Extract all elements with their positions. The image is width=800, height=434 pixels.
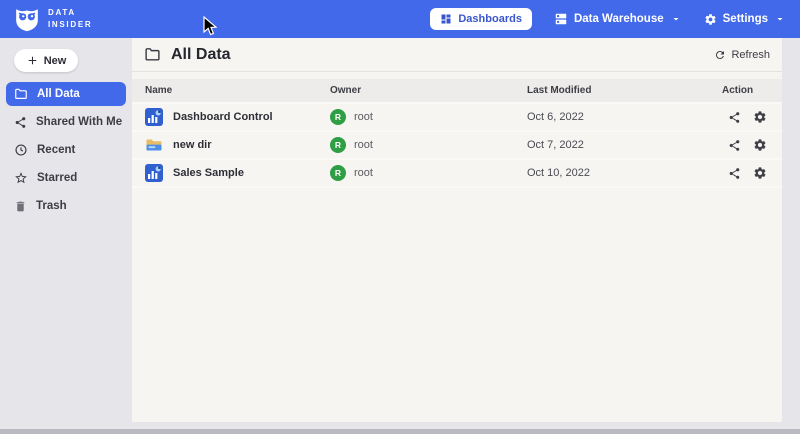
gear-icon[interactable]	[753, 166, 767, 180]
sidebar-item-label: Recent	[37, 144, 75, 156]
refresh-label: Refresh	[731, 49, 770, 61]
column-header-owner: Owner	[330, 85, 527, 96]
sidebar-item-trash[interactable]: Trash	[6, 194, 126, 218]
files-table: Name Owner Last Modified Action D	[132, 79, 782, 188]
sidebar: New All Data Shared With Me Recent Starr…	[0, 38, 132, 434]
chevron-down-icon	[774, 13, 786, 25]
chevron-down-icon	[670, 13, 682, 25]
share-icon[interactable]	[728, 167, 741, 180]
data-warehouse-menu[interactable]: Data Warehouse	[554, 12, 682, 26]
star-icon	[14, 171, 28, 185]
page-title-bar: All Data Refresh	[132, 38, 782, 72]
top-navigation-bar: DATA INSIDER Dashboards Data Warehouse S…	[0, 0, 800, 38]
owner-avatar: R	[330, 165, 346, 181]
dashboard-file-icon	[145, 164, 163, 182]
gear-icon[interactable]	[753, 110, 767, 124]
owner-avatar: R	[330, 137, 346, 153]
share-icon	[14, 116, 27, 129]
main-content-panel: All Data Refresh Name Owner Last Modifie…	[132, 38, 782, 422]
refresh-button[interactable]: Refresh	[714, 49, 770, 61]
clock-icon	[14, 143, 28, 157]
share-icon[interactable]	[728, 111, 741, 124]
folder-icon	[144, 46, 161, 63]
column-header-name: Name	[132, 85, 330, 96]
plus-icon	[26, 54, 39, 67]
share-icon[interactable]	[728, 139, 741, 152]
brand-name: DATA INSIDER	[48, 7, 92, 30]
table-row[interactable]: Dashboard Control R root Oct 6, 2022	[132, 104, 782, 132]
owner-name: root	[354, 111, 373, 123]
sidebar-item-all-data[interactable]: All Data	[6, 82, 126, 106]
folder-file-icon	[145, 136, 163, 154]
new-button-label: New	[44, 55, 67, 67]
table-row[interactable]: Sales Sample R root Oct 10, 2022	[132, 160, 782, 188]
data-warehouse-label: Data Warehouse	[574, 13, 664, 25]
page-title: All Data	[171, 46, 231, 64]
sidebar-item-label: Starred	[37, 172, 77, 184]
folder-icon	[14, 87, 28, 101]
sidebar-item-label: Trash	[36, 200, 67, 212]
file-name: Sales Sample	[173, 167, 244, 179]
gear-icon	[704, 13, 717, 26]
trash-icon	[14, 200, 27, 213]
sidebar-item-label: All Data	[37, 88, 80, 100]
last-modified-date: Oct 10, 2022	[527, 167, 722, 179]
settings-label: Settings	[723, 13, 768, 25]
owner-name: root	[354, 167, 373, 179]
dashboard-file-icon	[145, 108, 163, 126]
owner-avatar: R	[330, 109, 346, 125]
sidebar-item-shared-with-me[interactable]: Shared With Me	[6, 110, 126, 134]
refresh-icon	[714, 49, 726, 61]
sidebar-item-starred[interactable]: Starred	[6, 166, 126, 190]
file-name: new dir	[173, 139, 212, 151]
database-icon	[554, 12, 568, 26]
owner-name: root	[354, 139, 373, 151]
table-header-row: Name Owner Last Modified Action	[132, 79, 782, 104]
window-bottom-edge	[0, 429, 800, 434]
dashboards-label: Dashboards	[458, 13, 522, 25]
new-button[interactable]: New	[14, 49, 78, 72]
dashboards-button[interactable]: Dashboards	[430, 8, 532, 30]
owl-logo-icon	[14, 6, 40, 32]
settings-menu[interactable]: Settings	[704, 13, 786, 26]
top-nav-menu: Dashboards Data Warehouse Settings	[430, 8, 786, 30]
sidebar-item-recent[interactable]: Recent	[6, 138, 126, 162]
dashboard-icon	[440, 13, 452, 25]
table-row[interactable]: new dir R root Oct 7, 2022	[132, 132, 782, 160]
column-header-last-modified: Last Modified	[527, 85, 722, 96]
column-header-action: Action	[722, 85, 782, 96]
brand: DATA INSIDER	[14, 6, 92, 32]
last-modified-date: Oct 7, 2022	[527, 139, 722, 151]
last-modified-date: Oct 6, 2022	[527, 111, 722, 123]
file-name: Dashboard Control	[173, 111, 273, 123]
sidebar-item-label: Shared With Me	[36, 116, 122, 128]
gear-icon[interactable]	[753, 138, 767, 152]
